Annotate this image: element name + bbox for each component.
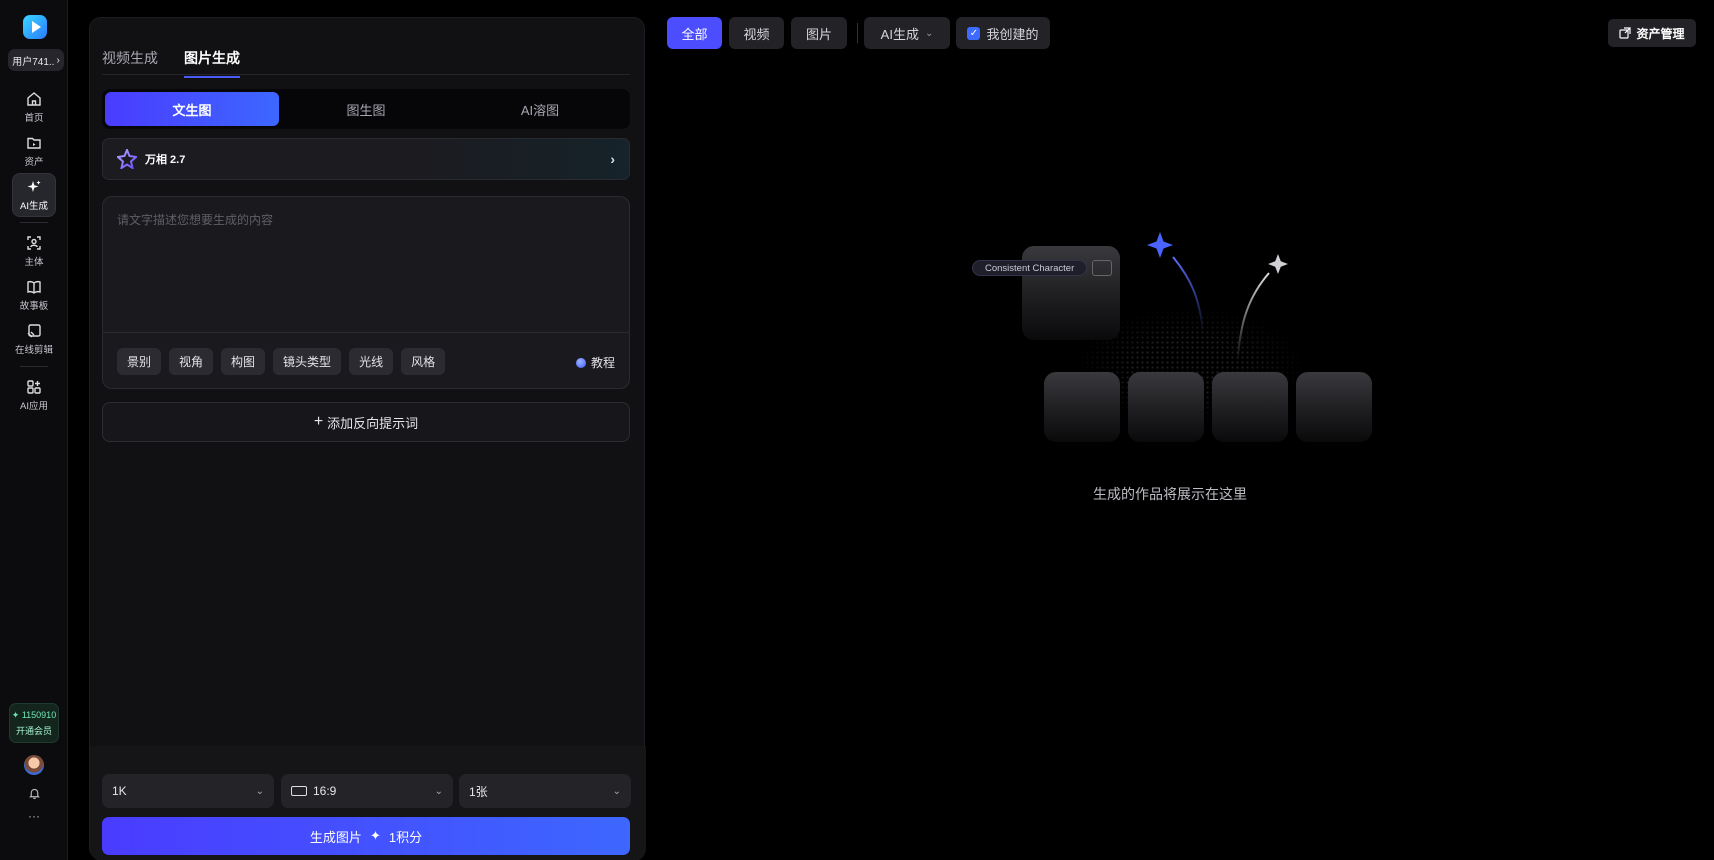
tutorial-label: 教程 xyxy=(590,356,615,370)
filter-ai-generate-label: AI生成 xyxy=(880,26,919,42)
plus-icon: + xyxy=(313,413,324,430)
chip-lens-type[interactable]: 镜头类型 xyxy=(273,348,342,375)
tabs-divider xyxy=(102,74,630,75)
nav-label: 故事板 xyxy=(19,300,49,312)
prompt-divider xyxy=(103,332,629,333)
nav-item-online-editor[interactable]: 在线剪辑 xyxy=(12,317,56,361)
mode-image-to-image[interactable]: 图生图 xyxy=(279,92,453,126)
apps-add-icon xyxy=(27,379,41,394)
filter-divider xyxy=(857,23,858,43)
mode-text-to-image[interactable]: 文生图 xyxy=(105,92,279,126)
chip-shot-size[interactable]: 景别 xyxy=(117,348,162,375)
model-logo-icon xyxy=(117,149,137,169)
external-box-icon xyxy=(1619,27,1632,39)
book-icon xyxy=(27,280,41,294)
generate-image-button[interactable]: 生成图片 ✦ 1积分 xyxy=(102,817,630,855)
nav-rail: 用户741.. › 首页 资产 AI生成 主体 故事板 在线剪辑 AI应用 ✦ … xyxy=(0,0,68,860)
filter-all[interactable]: 全部 xyxy=(667,17,722,49)
negative-prompt-label: 添加反向提示词 xyxy=(327,415,419,431)
generator-panel: 视频生成 图片生成 文生图 图生图 AI溶图 万相 2.7 › 景别 视角 构图… xyxy=(89,17,646,860)
add-negative-prompt-button[interactable]: + 添加反向提示词 xyxy=(102,402,630,442)
filter-video[interactable]: 视频 xyxy=(729,17,784,49)
person-scan-icon xyxy=(27,235,41,250)
user-name: 用户741.. xyxy=(12,56,55,68)
filter-ai-generate-dropdown[interactable]: AI生成 ⌄ xyxy=(864,17,950,49)
prompt-chips: 景别 视角 构图 镜头类型 光线 风格 xyxy=(117,348,446,375)
chip-composition[interactable]: 构图 xyxy=(221,348,266,375)
nav-item-ai-generate[interactable]: AI生成 xyxy=(12,173,56,217)
aspect-ratio-select[interactable]: 16:9 ⌄ xyxy=(281,774,453,808)
nav-item-subject[interactable]: 主体 xyxy=(12,229,56,273)
sparkle-icon: ✦ xyxy=(369,828,381,843)
model-selector[interactable]: 万相 2.7 › xyxy=(102,138,630,180)
home-icon xyxy=(27,91,41,106)
more-icon[interactable]: ··· xyxy=(26,808,42,824)
mode-ai-blend[interactable]: AI溶图 xyxy=(453,92,627,126)
empty-state-illustration: Consistent Character xyxy=(960,220,1380,450)
resolution-select[interactable]: 1K ⌄ xyxy=(102,774,274,808)
nav-item-assets[interactable]: 资产 xyxy=(12,129,56,173)
nav-label: 资产 xyxy=(24,156,44,168)
filter-created-by-me-label: 我创建的 xyxy=(986,26,1039,42)
filter-created-by-me[interactable]: ✓ 我创建的 xyxy=(956,17,1050,49)
app-logo-icon[interactable] xyxy=(22,14,48,40)
upgrade-membership-link: 开通会员 xyxy=(15,725,52,736)
bell-icon[interactable] xyxy=(26,785,42,801)
generate-footer: 1K ⌄ 16:9 ⌄ 1张 ⌄ 生成图片 ✦ 1积分 xyxy=(90,746,646,860)
nav-divider xyxy=(20,222,48,223)
avatar[interactable] xyxy=(24,755,44,775)
tutorial-icon xyxy=(575,357,586,368)
aspect-ratio-icon xyxy=(291,786,307,796)
nav-label: 首页 xyxy=(24,112,44,124)
image-count-value: 1张 xyxy=(469,784,488,799)
chevron-down-icon: ⌄ xyxy=(434,785,443,797)
nav-label: 主体 xyxy=(24,256,44,268)
nav-item-home[interactable]: 首页 xyxy=(12,85,56,129)
nav-item-storyboard[interactable]: 故事板 xyxy=(12,273,56,317)
empty-state-message: 生成的作品将展示在这里 xyxy=(1093,486,1247,502)
mode-switch: 文生图 图生图 AI溶图 xyxy=(102,89,630,129)
aspect-ratio-value: 16:9 xyxy=(313,784,337,798)
resolution-value: 1K xyxy=(112,784,127,798)
chip-angle[interactable]: 视角 xyxy=(169,348,214,375)
credits-badge[interactable]: ✦ 1150910 开通会员 xyxy=(9,703,59,743)
folder-icon xyxy=(27,137,41,149)
model-name: 万相 2.7 xyxy=(145,154,186,166)
chevron-down-icon: ⌄ xyxy=(924,27,934,39)
chevron-right-icon: › xyxy=(56,54,60,66)
sparkle-trails-decoration xyxy=(1147,232,1288,361)
nav-label: AI生成 xyxy=(20,200,48,212)
filter-image[interactable]: 图片 xyxy=(791,17,847,49)
nav-divider xyxy=(20,366,48,367)
prompt-input[interactable] xyxy=(117,211,615,311)
image-count-select[interactable]: 1张 ⌄ xyxy=(459,774,631,808)
sparkle-icon xyxy=(27,180,41,192)
nav-label: 在线剪辑 xyxy=(14,344,53,356)
credits-value: ✦ 1150910 xyxy=(11,709,57,720)
chevron-down-icon: ⌄ xyxy=(612,785,621,797)
chip-lighting[interactable]: 光线 xyxy=(349,348,394,375)
cost-label: 1积分 xyxy=(388,829,423,845)
tutorial-link[interactable]: 教程 xyxy=(575,354,615,371)
generate-label: 生成图片 xyxy=(309,829,362,845)
chevron-right-icon: › xyxy=(610,151,615,167)
chevron-down-icon: ⌄ xyxy=(255,785,264,797)
prompt-box: 景别 视角 构图 镜头类型 光线 风格 教程 xyxy=(102,196,630,389)
user-menu[interactable]: 用户741.. › xyxy=(8,49,64,71)
crop-edit-icon xyxy=(27,323,41,337)
chip-style[interactable]: 风格 xyxy=(401,348,446,375)
nav-item-ai-apps[interactable]: AI应用 xyxy=(12,373,56,417)
asset-management-button[interactable]: 资产管理 xyxy=(1608,19,1696,47)
checkbox-checked-icon: ✓ xyxy=(967,26,981,40)
nav-label: AI应用 xyxy=(20,400,48,412)
asset-management-label: 资产管理 xyxy=(1636,26,1685,41)
